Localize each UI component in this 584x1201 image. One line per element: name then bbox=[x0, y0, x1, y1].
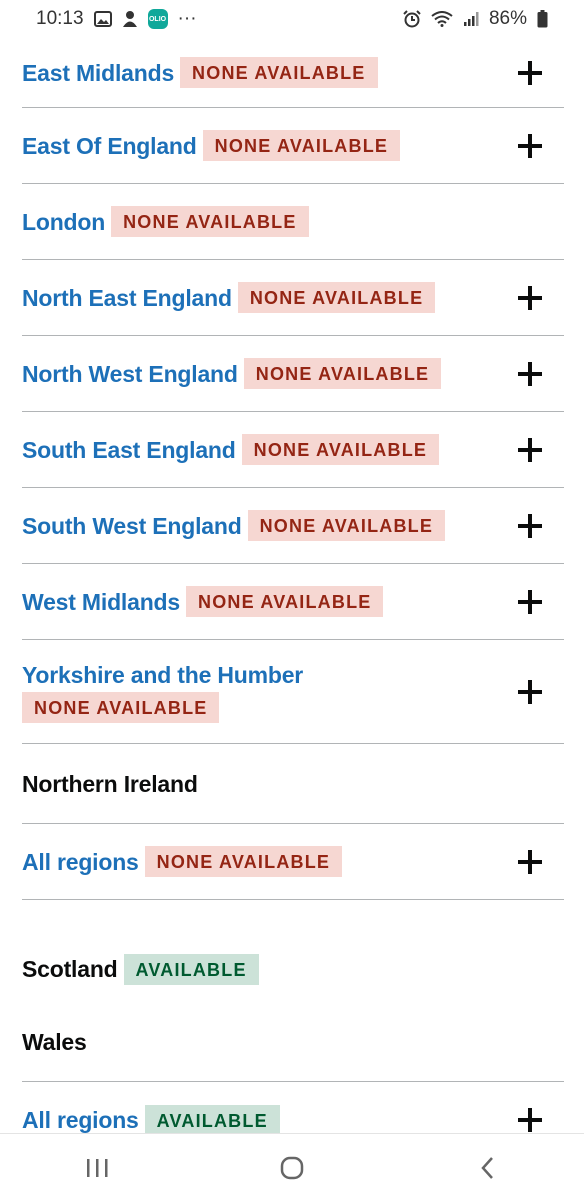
home-button[interactable] bbox=[262, 1143, 322, 1193]
clock: 10:13 bbox=[36, 8, 84, 29]
region-row-east-midlands[interactable]: East Midlands NONE AVAILABLE bbox=[22, 38, 564, 108]
guard-icon bbox=[122, 10, 138, 28]
status-bar-right: 86% bbox=[403, 8, 548, 30]
status-tag: NONE AVAILABLE bbox=[180, 57, 378, 88]
android-nav-bar bbox=[0, 1133, 584, 1201]
nation-heading: Wales bbox=[22, 1028, 87, 1055]
region-name[interactable]: All regions bbox=[22, 1105, 139, 1135]
status-tag: NONE AVAILABLE bbox=[186, 586, 384, 617]
alarm-icon bbox=[403, 10, 421, 28]
wifi-icon bbox=[431, 11, 453, 27]
expand-plus-icon[interactable] bbox=[518, 589, 542, 614]
region-name[interactable]: Yorkshire and the Humber bbox=[22, 660, 303, 690]
region-name[interactable]: North East England bbox=[22, 283, 232, 313]
home-icon bbox=[280, 1156, 304, 1179]
region-name[interactable]: North West England bbox=[22, 359, 238, 389]
signal-icon bbox=[463, 11, 479, 27]
region-row-north-west-england[interactable]: North West England NONE AVAILABLE bbox=[22, 336, 564, 412]
battery-icon bbox=[537, 10, 548, 28]
expand-plus-icon[interactable] bbox=[518, 437, 542, 462]
back-icon bbox=[480, 1156, 493, 1179]
region-row-northern-ireland-all-regions[interactable]: All regions NONE AVAILABLE bbox=[22, 824, 564, 900]
status-tag: NONE AVAILABLE bbox=[243, 358, 442, 389]
status-tag: NONE AVAILABLE bbox=[202, 130, 401, 161]
expand-plus-icon[interactable] bbox=[518, 849, 542, 874]
expand-plus-icon[interactable] bbox=[518, 60, 542, 85]
heading-scotland: Scotland AVAILABLE bbox=[22, 900, 564, 1018]
region-row-london[interactable]: London NONE AVAILABLE bbox=[22, 184, 564, 260]
region-name[interactable]: South West England bbox=[22, 511, 242, 541]
recent-apps-button[interactable] bbox=[67, 1143, 127, 1193]
expand-plus-icon[interactable] bbox=[518, 133, 542, 158]
heading-wales: Wales bbox=[22, 1018, 564, 1082]
region-name[interactable]: South East England bbox=[22, 435, 236, 465]
status-tag: NONE AVAILABLE bbox=[237, 282, 436, 313]
region-name[interactable]: West Midlands bbox=[22, 587, 180, 617]
region-name[interactable]: All regions bbox=[22, 847, 139, 877]
region-row-south-west-england[interactable]: South West England NONE AVAILABLE bbox=[22, 488, 564, 564]
expand-plus-icon[interactable] bbox=[518, 513, 542, 538]
status-tag: AVAILABLE bbox=[144, 1104, 280, 1136]
region-row-yorkshire-and-the-humber[interactable]: Yorkshire and the Humber NONE AVAILABLE bbox=[22, 640, 564, 744]
region-row-north-east-england[interactable]: North East England NONE AVAILABLE bbox=[22, 260, 564, 336]
recent-apps-icon bbox=[87, 1158, 108, 1177]
nation-heading: Northern Ireland bbox=[22, 770, 198, 797]
status-tag: NONE AVAILABLE bbox=[22, 692, 220, 723]
more-notifications: ··· bbox=[177, 8, 197, 29]
gallery-icon bbox=[93, 11, 112, 27]
heading-northern-ireland: Northern Ireland bbox=[22, 744, 564, 824]
expand-plus-icon[interactable] bbox=[518, 361, 542, 386]
region-row-east-of-england[interactable]: East Of England NONE AVAILABLE bbox=[22, 108, 564, 184]
back-button[interactable] bbox=[457, 1143, 517, 1193]
status-bar: 10:13 OLIO ··· 86% bbox=[0, 0, 584, 38]
olio-app-icon: OLIO bbox=[147, 9, 168, 29]
region-name[interactable]: East Of England bbox=[22, 131, 197, 161]
nation-heading: Scotland bbox=[22, 956, 118, 982]
status-tag: NONE AVAILABLE bbox=[247, 510, 446, 541]
status-tag: NONE AVAILABLE bbox=[241, 434, 440, 465]
status-tag: NONE AVAILABLE bbox=[111, 206, 309, 237]
expand-plus-icon[interactable] bbox=[518, 679, 542, 704]
status-tag: AVAILABLE bbox=[123, 953, 259, 985]
expand-plus-icon[interactable] bbox=[518, 1108, 542, 1132]
region-row-south-east-england[interactable]: South East England NONE AVAILABLE bbox=[22, 412, 564, 488]
region-row-west-midlands[interactable]: West Midlands NONE AVAILABLE bbox=[22, 564, 564, 640]
status-tag: NONE AVAILABLE bbox=[144, 846, 343, 877]
region-name[interactable]: London bbox=[22, 207, 105, 237]
region-name[interactable]: East Midlands bbox=[22, 58, 174, 88]
expand-plus-icon[interactable] bbox=[518, 285, 542, 310]
status-bar-left: 10:13 OLIO ··· bbox=[36, 8, 197, 30]
battery-percent: 86% bbox=[488, 8, 527, 29]
